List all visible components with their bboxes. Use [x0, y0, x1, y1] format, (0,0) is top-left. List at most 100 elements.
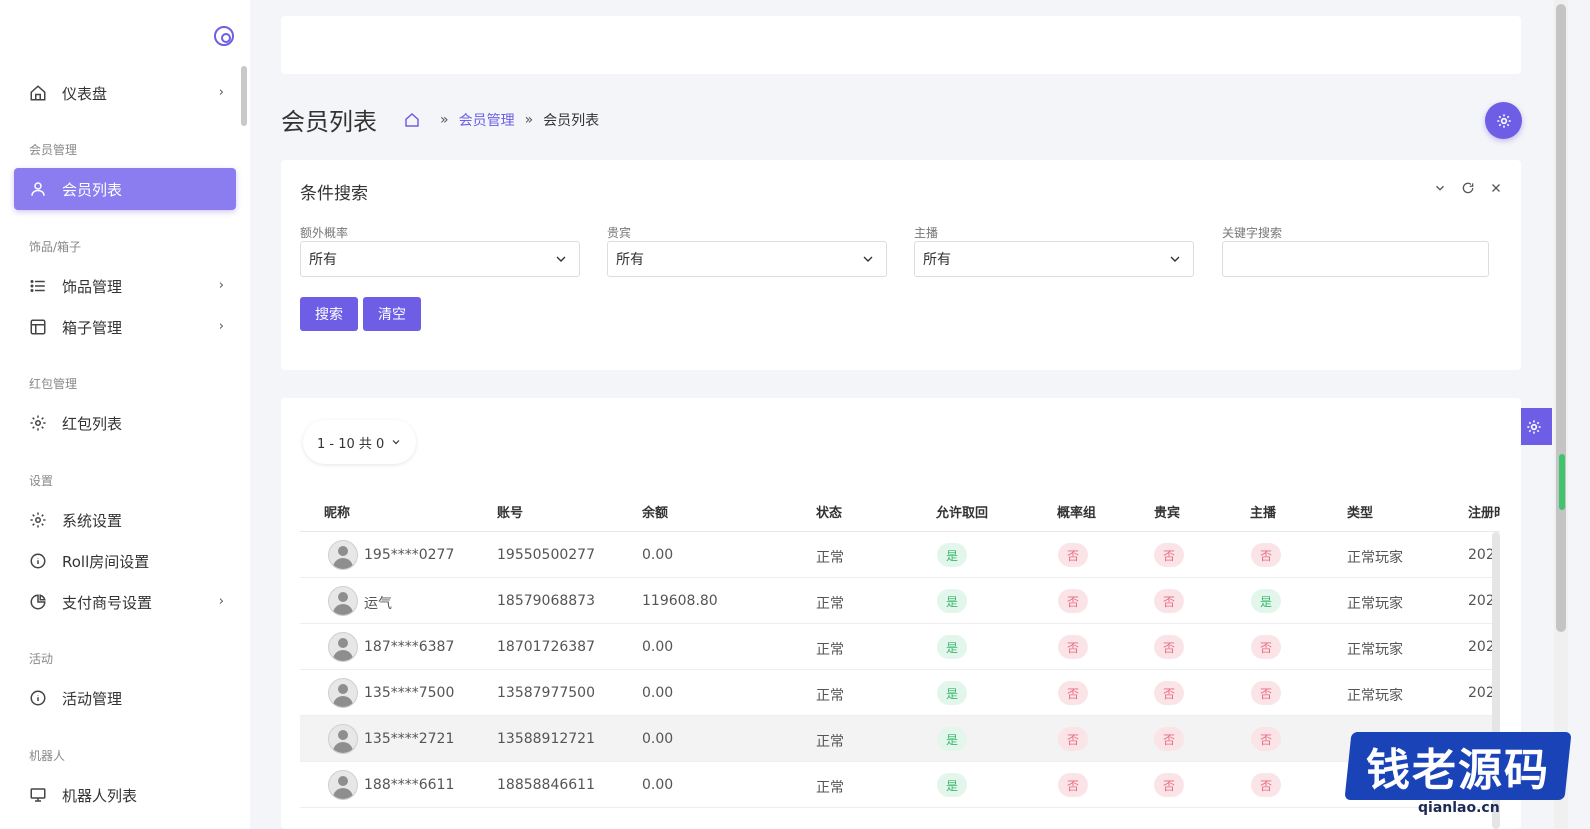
column-header[interactable]: 账号 — [497, 502, 523, 521]
breadcrumb-current: 会员列表 — [543, 113, 600, 129]
sidebar-item-label: 箱子管理 — [62, 318, 123, 337]
table-row[interactable]: 135****2721 13588912721 0.00 正常 是 否 否 否 — [300, 716, 1500, 762]
extra-prob-select[interactable]: 所有 — [300, 241, 580, 277]
sidebar-item-activity-management[interactable]: 活动管理 — [14, 677, 236, 719]
vip-badge: 否 — [1154, 727, 1184, 751]
nickname-cell: 187****6387 — [364, 639, 455, 655]
table-row[interactable]: 188****6611 18858846611 0.00 正常 是 否 否 否 — [300, 762, 1500, 808]
member-table-card: 1 - 10 共 0 昵称 账号 余额 状态 允许取回 概率组 贵宾 主播 类型… — [281, 398, 1521, 829]
breadcrumb: » 会员管理 » 会员列表 — [404, 110, 599, 130]
sidebar-item-redpacket-list[interactable]: 红包列表 — [14, 402, 236, 444]
user-icon — [28, 179, 48, 199]
register-time-cell: 202 — [1468, 547, 1495, 563]
vip-badge: 否 — [1154, 589, 1184, 613]
close-icon[interactable] — [1489, 181, 1503, 195]
sidebar-item-label: 系统设置 — [62, 511, 123, 530]
chevron-down-icon — [392, 440, 400, 445]
account-cell: 13588912721 — [497, 731, 595, 747]
prob-group-badge: 否 — [1058, 773, 1088, 797]
watermark-logo: 钱老源码 qianlao.cn — [1344, 714, 1572, 818]
anchor-badge: 否 — [1251, 543, 1281, 567]
sidebar-section-title: 饰品/箱子 — [29, 240, 82, 254]
retrieve-badge: 是 — [937, 543, 967, 567]
sidebar-scrollbar[interactable] — [241, 66, 247, 126]
chevron-right-icon: › — [218, 278, 224, 293]
column-header[interactable]: 状态 — [816, 502, 842, 521]
collapse-icon[interactable] — [1433, 181, 1447, 195]
sidebar-toggle-icon[interactable] — [214, 26, 234, 46]
avatar — [328, 770, 358, 800]
column-header[interactable]: 类型 — [1347, 502, 1373, 521]
home-icon — [28, 83, 48, 103]
list-icon — [28, 276, 48, 296]
prob-group-badge: 否 — [1058, 635, 1088, 659]
avatar — [328, 724, 358, 754]
chevron-down-icon — [1170, 256, 1180, 262]
sidebar-item-item-management[interactable]: 饰品管理 › — [14, 265, 236, 307]
status-cell: 正常 — [816, 550, 844, 566]
box-icon — [28, 317, 48, 337]
chevron-down-icon — [556, 256, 566, 262]
page-scrollbar-thumb[interactable] — [1556, 4, 1566, 632]
status-cell: 正常 — [816, 688, 844, 704]
table-row[interactable]: 135****7500 13587977500 0.00 正常 是 否 否 否 正常玩家 202 — [300, 670, 1500, 716]
home-icon[interactable] — [404, 112, 420, 128]
register-time-cell: 202 — [1468, 639, 1495, 655]
table-row[interactable]: 运气 18579068873 119608.80 正常 是 否 否 是 正常玩家 202 — [300, 578, 1500, 624]
sidebar-item-roll-room-settings[interactable]: Roll房间设置 — [14, 540, 236, 582]
refresh-icon[interactable] — [1461, 181, 1475, 195]
sidebar-item-robot-list[interactable]: 机器人列表 — [14, 774, 236, 816]
type-cell: 正常玩家 — [1347, 596, 1403, 612]
avatar — [328, 632, 358, 662]
sidebar-item-system-settings[interactable]: 系统设置 — [14, 499, 236, 541]
nickname-cell: 运气 — [364, 596, 392, 612]
keyword-search-input[interactable] — [1222, 241, 1489, 277]
anchor-label: 主播 — [914, 226, 939, 240]
column-header[interactable]: 概率组 — [1057, 502, 1096, 521]
scroll-indicator — [1559, 454, 1565, 510]
sidebar-item-dashboard[interactable]: 仪表盘 › — [14, 72, 236, 114]
column-header[interactable]: 余额 — [642, 502, 668, 521]
monitor-icon — [28, 785, 48, 805]
table-row[interactable]: 187****6387 18701726387 0.00 正常 是 否 否 否 正常玩家 202 — [300, 624, 1500, 670]
page-size-dropdown[interactable]: 1 - 10 共 0 — [303, 420, 416, 464]
select-value: 所有 — [923, 252, 951, 268]
account-cell: 18858846611 — [497, 777, 595, 793]
table-header: 昵称 账号 余额 状态 允许取回 概率组 贵宾 主播 类型 注册时 — [300, 488, 1500, 532]
vip-select[interactable]: 所有 — [607, 241, 887, 277]
column-header[interactable]: 允许取回 — [936, 502, 988, 521]
watermark-url: qianlao.cn — [1418, 800, 1500, 816]
anchor-badge: 否 — [1251, 773, 1281, 797]
nickname-cell: 188****6611 — [364, 777, 455, 793]
nickname-cell: 135****7500 — [364, 685, 455, 701]
prob-group-badge: 否 — [1058, 681, 1088, 705]
retrieve-badge: 是 — [937, 727, 967, 751]
column-header[interactable]: 注册时 — [1468, 502, 1500, 521]
settings-fab-button[interactable] — [1485, 102, 1522, 139]
sidebar-section-title: 设置 — [29, 474, 54, 488]
gear-icon — [1526, 419, 1541, 434]
status-cell: 正常 — [816, 642, 844, 658]
register-time-cell: 202 — [1468, 593, 1495, 609]
column-header[interactable]: 主播 — [1250, 502, 1276, 521]
sidebar-item-member-list[interactable]: 会员列表 — [14, 168, 236, 210]
sidebar-item-box-management[interactable]: 箱子管理 › — [14, 306, 236, 348]
sidebar-item-payment-settings[interactable]: 支付商号设置 › — [14, 581, 236, 623]
breadcrumb-link-member-management[interactable]: 会员管理 — [459, 110, 515, 130]
avatar — [328, 540, 358, 570]
vip-badge: 否 — [1154, 635, 1184, 659]
anchor-badge: 否 — [1251, 727, 1281, 751]
keyword-label: 关键字搜索 — [1222, 226, 1283, 240]
anchor-select[interactable]: 所有 — [914, 241, 1194, 277]
retrieve-badge: 是 — [937, 635, 967, 659]
chevron-right-icon: › — [218, 594, 224, 609]
clear-button[interactable]: 清空 — [363, 297, 421, 331]
column-header[interactable]: 昵称 — [324, 502, 350, 521]
sidebar-item-label: 活动管理 — [62, 689, 123, 708]
balance-cell: 0.00 — [642, 685, 674, 701]
search-button[interactable]: 搜索 — [300, 297, 358, 331]
column-header[interactable]: 贵宾 — [1154, 502, 1180, 521]
anchor-badge: 否 — [1251, 635, 1281, 659]
table-row[interactable]: 195****0277 19550500277 0.00 正常 是 否 否 否 正常玩家 202 — [300, 532, 1500, 578]
status-cell: 正常 — [816, 734, 844, 750]
